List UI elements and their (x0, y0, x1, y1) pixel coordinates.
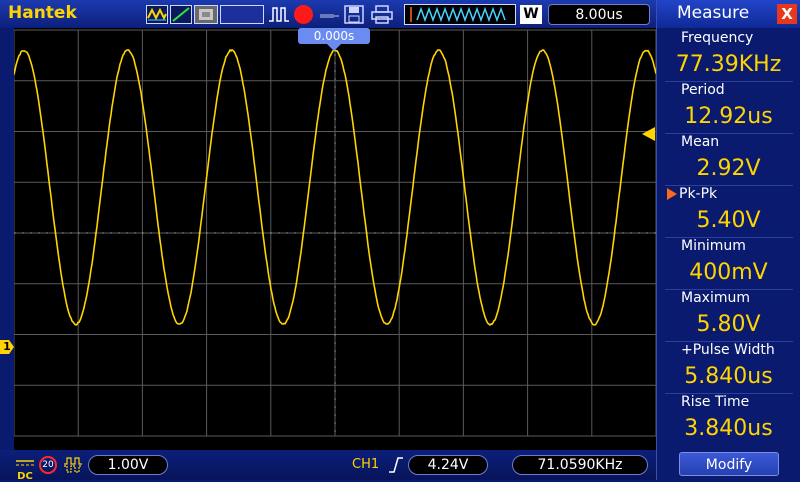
measure-label-mean: Mean (681, 134, 719, 150)
measure-value-maximum[interactable]: 5.80V (657, 312, 800, 337)
invert-icon (62, 456, 84, 474)
record-icon[interactable] (294, 5, 313, 24)
measure-label-pkpk-text: Pk-Pk (679, 186, 717, 202)
print-icon[interactable] (370, 5, 394, 24)
ch1-ground-marker[interactable]: 1 (0, 340, 14, 354)
ramp-icon[interactable] (170, 5, 192, 24)
coupling-label: DC (14, 472, 36, 482)
bandwidth-limit-badge: 20 (39, 456, 57, 474)
measure-label-minimum: Minimum (681, 238, 746, 254)
measure-value-mean[interactable]: 2.92V (657, 156, 800, 181)
measure-label-period: Period (681, 82, 725, 98)
waveform-type-icon[interactable] (146, 5, 168, 24)
run-mode-indicator[interactable]: W (520, 5, 542, 24)
rising-edge-icon (388, 456, 404, 474)
timebase-readout[interactable]: 8.00us (548, 4, 650, 25)
measure-value-frequency[interactable]: 77.39KHz (657, 52, 800, 77)
measure-label-pkpk: Pk-Pk (667, 186, 717, 202)
modify-button[interactable]: Modify (679, 452, 779, 476)
trigger-level-marker[interactable] (642, 127, 655, 141)
measure-value-minimum[interactable]: 400mV (657, 260, 800, 285)
scope-graticule (14, 28, 656, 450)
trigger-frequency-readout: 71.0590KHz (512, 455, 648, 475)
trigger-level-readout[interactable]: 4.24V (408, 455, 488, 475)
measure-value-period[interactable]: 12.92us (657, 104, 800, 129)
selected-arrow-icon (667, 188, 677, 200)
status-bar: DC 20 1.00V CH1 4.24V 71.0590KHz (0, 450, 656, 480)
measure-value-rise-time[interactable]: 3.840us (657, 416, 800, 441)
acquisition-wave-icon[interactable] (404, 4, 516, 25)
trigger-source-label: CH1 (352, 457, 379, 472)
save-icon[interactable] (344, 5, 364, 24)
close-button[interactable]: X (777, 4, 797, 24)
waveform-display (14, 28, 656, 450)
trigger-position-readout[interactable]: 0.000s (298, 28, 370, 44)
pulse-icon[interactable] (268, 5, 290, 24)
top-toolbar: Hantek W 8.00us (0, 0, 656, 28)
measure-value-pulse-width[interactable]: 5.840us (657, 364, 800, 389)
brand-logo: Hantek (8, 3, 77, 23)
probe-icon[interactable] (318, 8, 340, 22)
measure-value-pkpk[interactable]: 5.40V (657, 208, 800, 233)
ch1-scale-readout[interactable]: 1.00V (88, 455, 168, 475)
measure-label-pulse-width: +Pulse Width (681, 342, 775, 358)
measure-title: Measure (677, 3, 749, 23)
measure-label-maximum: Maximum (681, 290, 750, 306)
coupling-icon: DC (14, 453, 36, 477)
measure-panel: Measure X Frequency 77.39KHz Period 12.9… (656, 0, 800, 480)
status-blank-box (220, 5, 264, 24)
measure-header: Measure X (657, 0, 800, 28)
measure-label-rise-time: Rise Time (681, 394, 749, 410)
trigger-position-marker (327, 44, 341, 51)
measure-label-frequency: Frequency (681, 30, 753, 46)
memory-icon[interactable] (194, 5, 218, 24)
